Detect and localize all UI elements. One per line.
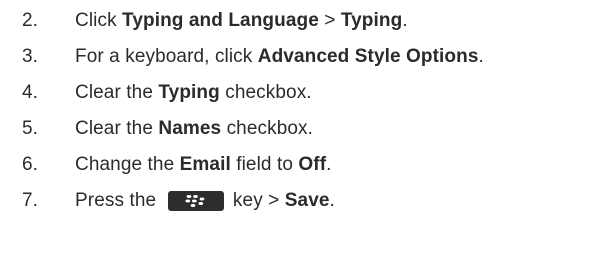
ui-term-advanced-style-options: Advanced Style Options xyxy=(257,46,479,67)
ui-term-typing: Typing xyxy=(340,10,403,31)
ui-term-off: Off xyxy=(298,154,327,175)
step-number: 7. xyxy=(22,190,39,211)
ui-term-typing-and-language: Typing and Language xyxy=(122,10,319,31)
step-4: 4. Clear the Typing checkbox. xyxy=(0,75,608,111)
step-number: 3. xyxy=(22,46,39,67)
step-3: 3. For a keyboard, click Advanced Style … xyxy=(0,39,608,75)
step-text: For a keyboard, click Advanced Style Opt… xyxy=(75,46,484,68)
step-text-plain: > xyxy=(318,10,341,31)
blackberry-menu-key-icon xyxy=(167,191,224,211)
step-text-plain: . xyxy=(478,46,484,67)
step-6: 6. Change the Email field to Off . xyxy=(0,147,608,183)
step-number: 6. xyxy=(22,154,39,175)
step-text: Press the key > Save . xyxy=(75,190,335,212)
step-text: Click Typing and Language > Typing . xyxy=(75,10,408,32)
step-text: Clear the Typing checkbox. xyxy=(75,82,312,104)
ui-term-email: Email xyxy=(179,154,231,175)
step-text-plain: key > xyxy=(227,190,285,211)
step-2: 2. Click Typing and Language > Typing . xyxy=(0,3,608,39)
step-text: Change the Email field to Off . xyxy=(75,154,332,176)
step-text-plain: . xyxy=(402,10,408,31)
step-text: Clear the Names checkbox. xyxy=(75,118,313,140)
step-5: 5. Clear the Names checkbox. xyxy=(0,111,608,147)
step-text-plain: . xyxy=(326,154,332,175)
step-text-plain: For a keyboard, click xyxy=(75,46,258,67)
ui-term-names: Names xyxy=(158,118,222,139)
step-number: 5. xyxy=(22,118,39,139)
step-text-plain: checkbox. xyxy=(219,82,312,103)
step-text-plain: Clear the xyxy=(75,82,159,103)
ui-term-save: Save xyxy=(284,190,330,211)
step-text-plain: Press the xyxy=(75,190,162,211)
step-text-plain: Clear the xyxy=(75,118,159,139)
step-text-plain: . xyxy=(329,190,335,211)
step-text-plain: Change the xyxy=(75,154,180,175)
step-text-plain: Click xyxy=(75,10,123,31)
step-text-plain: checkbox. xyxy=(221,118,314,139)
step-number: 2. xyxy=(22,10,39,31)
step-number: 4. xyxy=(22,82,39,103)
ui-term-typing: Typing xyxy=(158,82,220,103)
blackberry-logo-icon xyxy=(184,195,204,207)
step-7: 7. Press the key > Save . xyxy=(0,183,608,219)
step-text-plain: field to xyxy=(230,154,299,175)
